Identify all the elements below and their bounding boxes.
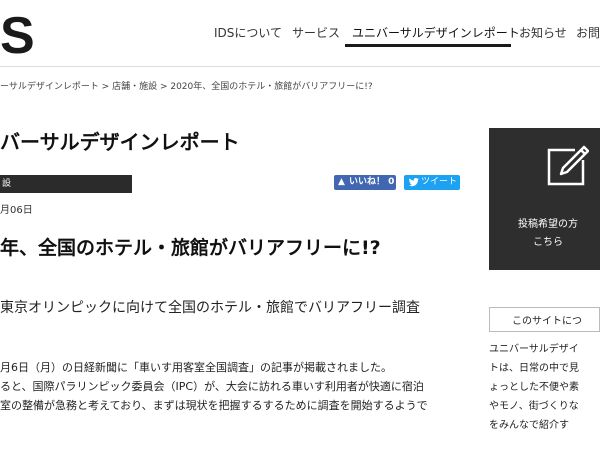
about-site-title: このサイトにつ	[512, 316, 582, 327]
about-text-line: ユニバーサルデザイ	[489, 344, 579, 355]
post-text-line: 投稿希望の方	[518, 219, 578, 230]
tweet-button-label: ツイート	[421, 177, 458, 187]
nav-item-news[interactable]: お知らせ	[519, 24, 567, 41]
section-title: バーサルデザインレポート	[0, 130, 240, 154]
nav-item-services[interactable]: サービス	[292, 24, 340, 41]
about-text-line: ょっとした不便や素	[489, 382, 579, 393]
header-divider	[0, 66, 600, 67]
article-body-line: ると、国際パラリンピック委員会（IPC）が、大会に訪れる車いす利用者が快適に宿泊	[0, 380, 424, 393]
post-submission-text[interactable]: 投稿希望の方 こちら	[518, 216, 578, 252]
breadcrumb[interactable]: ーサルデザインレポート > 店舗・施設 > 2020年、全国のホテル・旅館がバリ…	[0, 79, 373, 92]
category-badge[interactable]: 設	[0, 175, 132, 193]
about-text-line: をみんなで紹介す	[489, 420, 569, 431]
post-text-line: こちら	[533, 237, 563, 248]
nav-item-ud-report[interactable]: ユニバーサルデザインレポート	[352, 24, 520, 41]
like-button-label: いいね！ 0	[349, 177, 395, 187]
nav-item-contact[interactable]: お問	[576, 24, 600, 41]
facebook-like-button[interactable]: ▲ いいね！ 0	[334, 175, 396, 190]
about-site-text: ユニバーサルデザイ トは、日常の中で見 ょっとした不便や素 やモノ、街づくりな …	[489, 340, 579, 435]
thumbs-up-icon: ▲	[338, 177, 345, 187]
article-date: 月06日	[0, 205, 33, 216]
site-logo[interactable]: S	[0, 6, 35, 66]
edit-pencil-icon	[547, 145, 589, 186]
about-text-line: やモノ、街づくりな	[489, 401, 579, 412]
article-body-line: 室の整備が急務と考えており、まずは現状を把握するするために調査を開始するようで	[0, 399, 428, 412]
nav-active-indicator	[345, 44, 511, 47]
article-body-line: 月6日（月）の日経新聞に「車いす用客室全国調査」の記事が掲載されました。	[0, 361, 392, 374]
tweet-button[interactable]: ツイート	[404, 175, 460, 190]
article-body: 月6日（月）の日経新聞に「車いす用客室全国調査」の記事が掲載されました。 ると、…	[0, 358, 428, 415]
article-title: 年、全国のホテル・旅館がバリアフリーに!?	[0, 237, 381, 259]
nav-item-about-ids[interactable]: IDSについて	[214, 24, 282, 41]
twitter-bird-icon	[409, 178, 419, 187]
about-text-line: トは、日常の中で見	[489, 363, 579, 374]
article-lead: 東京オリンピックに向けて全国のホテル・旅館でバリアフリー調査	[0, 300, 420, 316]
